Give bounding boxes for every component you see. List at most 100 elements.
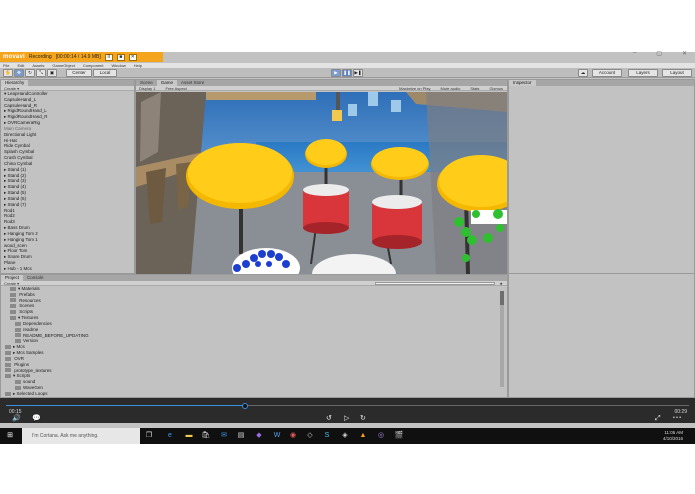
app-icon[interactable]: ◈ — [340, 431, 350, 441]
rewind-icon[interactable]: ↺ — [326, 415, 332, 422]
pause-recording-button[interactable]: II — [104, 53, 113, 61]
folder-icon — [10, 292, 16, 297]
word-icon[interactable]: W — [272, 431, 282, 441]
file-explorer-icon[interactable]: ▬ — [184, 431, 194, 441]
recorder-logo: movavi — [3, 54, 25, 60]
windows-taskbar: ⊞ I'm Cortana. Ask me anything. ❐ e ▬ 🛍 … — [0, 428, 695, 444]
aspect-dropdown[interactable]: Free Aspect — [165, 86, 186, 91]
rotate-icon: ↻ — [28, 70, 32, 75]
project-folder-label: ▾ Scripts — [13, 373, 31, 379]
close-icon[interactable]: ✕ — [682, 50, 687, 57]
maximize-on-play-toggle[interactable]: Maximize on Play — [399, 86, 430, 91]
expand-icon[interactable]: ⤢ — [655, 415, 661, 422]
step-button[interactable]: ▶❚ — [353, 69, 363, 77]
task-view-icon[interactable]: ❐ — [144, 431, 154, 441]
recording-bar: movavi Recording [00:00:14 / 14.9 MB] II… — [0, 52, 163, 62]
folder-icon — [10, 286, 16, 291]
play-button[interactable]: ▶ — [331, 69, 341, 77]
rect-tool-button[interactable]: ▣ — [47, 69, 57, 77]
mute-audio-toggle[interactable]: Mute audio — [441, 86, 461, 91]
move-icon: ✥ — [17, 70, 21, 75]
tab-inspector[interactable]: Inspector — [509, 80, 536, 86]
project-folder-label: Prefabs — [18, 291, 35, 297]
display-dropdown[interactable]: Display 1 — [139, 86, 155, 91]
seek-progress — [6, 405, 246, 406]
game-viewport[interactable] — [136, 92, 507, 274]
mail-icon[interactable]: ✉ — [219, 431, 229, 441]
project-panel: Project Console Create ▾ ★ ▾ Materials P… — [0, 274, 508, 398]
project-folder-label: Resources — [18, 297, 41, 303]
clock-date: 4/10/2016 — [662, 436, 683, 441]
window-controls: – ▢ ✕ — [633, 50, 687, 57]
account-dropdown[interactable]: Account — [592, 69, 622, 77]
hand-tool-button[interactable]: ✋ — [3, 69, 13, 77]
move-tool-button[interactable]: ✥ — [14, 69, 24, 77]
inspector-panel: Inspector — [508, 79, 695, 274]
layers-dropdown[interactable]: Layers — [628, 69, 658, 77]
space-toggle[interactable]: Local — [93, 69, 117, 77]
edge-icon[interactable]: e — [165, 431, 175, 441]
chrome-icon[interactable]: ◉ — [288, 431, 298, 441]
more-options-icon[interactable]: • • • — [673, 415, 681, 422]
favorite-icon[interactable]: ★ — [499, 281, 503, 286]
layout-dropdown[interactable]: Layout — [662, 69, 692, 77]
project-search-input[interactable] — [375, 282, 496, 285]
hierarchy-item[interactable]: ▸ Hub - 1 Mcs — [4, 266, 134, 272]
project-folder-label: sound — [23, 379, 36, 385]
subtitles-icon[interactable]: 💬 — [32, 415, 41, 422]
cancel-recording-button[interactable]: ✕ — [128, 53, 137, 61]
skype-icon[interactable]: S — [322, 431, 332, 441]
project-create-dropdown[interactable]: Create ▾ — [4, 281, 19, 286]
folder-icon — [15, 321, 21, 326]
folder-icon — [5, 350, 11, 355]
maximize-icon[interactable]: ▢ — [656, 50, 662, 57]
folder-icon — [10, 304, 16, 309]
folder-icon — [10, 310, 16, 315]
gizmos-dropdown[interactable]: Gizmos — [489, 86, 503, 91]
visual-studio-icon[interactable]: ◆ — [254, 431, 264, 441]
chat-icon[interactable]: ▤ — [236, 431, 246, 441]
oculus-icon[interactable]: ◎ — [376, 431, 386, 441]
project-folder-label: Version — [23, 338, 39, 344]
recording-timecode: [00:00:14 / 14.9 MB] — [55, 54, 101, 60]
stats-toggle[interactable]: Stats — [470, 86, 479, 91]
play-video-icon[interactable]: ▷ — [344, 415, 349, 422]
play-icon: ▶ — [334, 70, 338, 75]
forward-icon[interactable]: ↻ — [360, 415, 366, 422]
drum-scene-render — [136, 92, 507, 274]
project-folder-item[interactable]: ▸ Selected Loops — [5, 391, 507, 397]
project-folder-label: ▸ Mcs Samples — [13, 350, 44, 356]
project-folder-label: Plugins — [13, 361, 30, 367]
store-icon[interactable]: 🛍 — [201, 431, 211, 441]
project-folder-label: ▾ Textures — [18, 315, 39, 321]
recording-status: Recording — [28, 54, 52, 60]
project-folder-label: WaveGen — [23, 385, 43, 391]
project-folder-label: ▸ Selected Loops — [13, 390, 48, 396]
folder-icon — [5, 391, 11, 396]
folder-icon — [15, 385, 21, 390]
tab-console[interactable]: Console — [23, 275, 48, 281]
seek-thumb[interactable] — [242, 402, 249, 409]
minimize-icon[interactable]: – — [633, 50, 636, 57]
stop-recording-button[interactable]: ■ — [116, 53, 125, 61]
project-folder-label: ▸ Mcs — [13, 344, 25, 350]
project-folder-label: OVR — [13, 355, 25, 361]
volume-icon[interactable]: 🔊 — [12, 415, 21, 422]
hand-icon: ✋ — [5, 70, 11, 75]
scale-tool-button[interactable]: ⤡ — [36, 69, 46, 77]
rotate-tool-button[interactable]: ↻ — [25, 69, 35, 77]
project-scrollbar[interactable] — [500, 291, 504, 387]
unity-icon[interactable]: ◇ — [305, 431, 315, 441]
windows-start-icon[interactable]: ⊞ — [5, 431, 15, 441]
cortana-search-input[interactable]: I'm Cortana. Ask me anything. — [22, 428, 140, 444]
pause-button[interactable]: ❚❚ — [342, 69, 352, 77]
scale-icon: ⤡ — [39, 70, 43, 75]
pause-icon: ❚❚ — [343, 70, 351, 75]
project-scroll-thumb[interactable] — [500, 291, 504, 305]
movavi-icon[interactable]: ▲ — [358, 431, 368, 441]
clapper-icon[interactable]: 🎬 — [394, 431, 404, 441]
pivot-toggle[interactable]: Center — [66, 69, 92, 77]
system-clock[interactable]: 11:05 AM 4/10/2016 — [663, 430, 683, 442]
cloud-button[interactable]: ☁ — [578, 69, 588, 77]
folder-icon — [10, 298, 16, 303]
